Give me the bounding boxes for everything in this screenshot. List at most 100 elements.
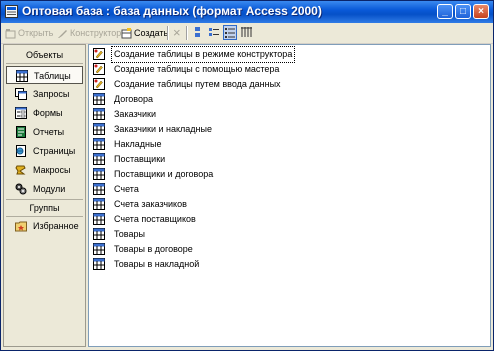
sidebar-item-label: Макросы (33, 165, 71, 175)
sidebar-item-label: Отчеты (33, 127, 65, 137)
list-view-icon (225, 28, 235, 38)
sidebar-item-tables[interactable]: Таблицы (6, 66, 83, 84)
page-icon (16, 145, 26, 157)
list-item[interactable]: Счета заказчиков (93, 197, 473, 212)
groups-header[interactable]: Группы (6, 199, 83, 217)
list-item-label: Счета заказчиков (114, 199, 187, 209)
open-icon (5, 29, 16, 39)
sidebar-item-forms[interactable]: Формы (6, 104, 83, 122)
design-label: Конструктор (70, 28, 122, 38)
open-label: Открыть (18, 28, 54, 38)
minimize-button[interactable]: _ (437, 4, 453, 19)
large-icons-view-button[interactable] (191, 25, 205, 40)
table-icon (93, 153, 105, 165)
design-icon (58, 30, 67, 39)
list-item-label: Товары в накладной (114, 259, 200, 269)
list-item-label: Создание таблицы путем ввода данных (114, 79, 281, 89)
module-icon (15, 183, 27, 195)
sidebar-item-label: Запросы (33, 89, 70, 99)
list-item[interactable]: Заказчики (93, 107, 473, 122)
sidebar-item-label: Модули (33, 184, 66, 194)
query-icon (15, 88, 27, 100)
list-item-label: Счета (114, 184, 139, 194)
delete-icon: × (173, 25, 181, 40)
toolbar-separator (167, 26, 169, 40)
large-icons-view-icon (195, 27, 200, 37)
list-item-label: Товары (114, 229, 145, 239)
details-view-button[interactable] (239, 25, 253, 40)
toolbar-separator (186, 26, 188, 40)
sidebar-item-modules[interactable]: Модули (6, 180, 83, 198)
sidebar-item-macros[interactable]: Макросы (6, 161, 83, 179)
table-icon (16, 70, 28, 82)
list-item-label: Договора (114, 94, 153, 104)
close-button[interactable]: × (473, 4, 489, 19)
list-item-label: Поставщики и договора (114, 169, 214, 179)
maximize-button[interactable]: □ (455, 4, 471, 19)
sidebar-item-pages[interactable]: Страницы (6, 142, 83, 160)
open-button[interactable]: Открыть (5, 25, 53, 41)
list-item[interactable]: Товары (93, 227, 473, 242)
sidebar-item-reports[interactable]: Отчеты (6, 123, 83, 141)
list-item-label: Заказчики (114, 109, 156, 119)
list-item[interactable]: Товары в накладной (93, 257, 473, 272)
table-icon (93, 243, 105, 255)
favorites-folder-icon (15, 221, 27, 232)
design-button[interactable]: Конструктор (57, 25, 121, 41)
table-icon (93, 228, 105, 240)
list-item-label: Заказчики и накладные (114, 124, 212, 134)
table-icon (93, 123, 105, 135)
toolbar: Открыть Конструктор Создать × (1, 23, 493, 44)
list-item[interactable]: Заказчики и накладные (93, 122, 473, 137)
details-view-icon (241, 27, 252, 37)
list-item[interactable]: Создание таблицы путем ввода данных (93, 77, 473, 92)
table-icon (93, 198, 105, 210)
create-button[interactable]: Создать (121, 25, 168, 41)
list-item[interactable]: Счета (93, 182, 473, 197)
sidebar-item-label: Формы (33, 108, 63, 118)
small-icons-view-icon (209, 28, 219, 36)
create-label: Создать (134, 28, 169, 38)
wizard-icon (93, 63, 105, 75)
list-item-label: Поставщики (114, 154, 166, 164)
table-icon (93, 108, 105, 120)
list-item-label: Товары в договоре (114, 244, 193, 254)
title-bar[interactable]: Оптовая база : база данных (формат Acces… (1, 1, 493, 23)
list-view-button[interactable] (223, 25, 237, 40)
sidebar-item-favorites[interactable]: Избранное (6, 217, 83, 235)
sidebar-item-queries[interactable]: Запросы (6, 85, 83, 103)
list-item[interactable]: Счета поставщиков (93, 212, 473, 227)
table-icon (93, 93, 105, 105)
form-icon (15, 107, 27, 119)
list-item[interactable]: Товары в договоре (93, 242, 473, 257)
list-item[interactable]: Поставщики и договора (93, 167, 473, 182)
table-icon (93, 138, 105, 150)
delete-button[interactable]: × (173, 25, 181, 41)
object-bar: Объекты Таблицы Запросы Формы Отчеты Стр… (3, 44, 86, 347)
table-icon (93, 168, 105, 180)
table-icon (93, 213, 105, 225)
database-app-icon (5, 5, 18, 18)
objects-header[interactable]: Объекты (6, 47, 83, 64)
table-icon (93, 258, 105, 270)
list-item-label: Создание таблицы в режиме конструктора (110, 46, 296, 63)
sidebar-item-label: Страницы (33, 146, 76, 156)
list-item[interactable]: Создание таблицы с помощью мастера (93, 62, 473, 77)
sidebar-item-label: Избранное (33, 221, 79, 231)
list-item-label: Создание таблицы с помощью мастера (114, 64, 280, 74)
list-item-label: Счета поставщиков (114, 214, 196, 224)
small-icons-view-button[interactable] (207, 25, 221, 40)
list-item[interactable]: Поставщики (93, 152, 473, 167)
wizard-icon (93, 78, 105, 90)
list-item[interactable]: Создание таблицы в режиме конструктора (93, 46, 473, 63)
list-item[interactable]: Накладные (93, 137, 473, 152)
create-icon (121, 28, 132, 39)
report-icon (16, 126, 26, 138)
database-window: Оптовая база : база данных (формат Acces… (0, 0, 494, 351)
list-item-label: Накладные (114, 139, 162, 149)
sidebar-item-label: Таблицы (34, 71, 71, 81)
wizard-icon (93, 48, 105, 60)
list-item[interactable]: Договора (93, 92, 473, 107)
window-title: Оптовая база : база данных (формат Acces… (22, 4, 322, 18)
object-list: Создание таблицы в режиме конструктора С… (88, 44, 491, 347)
